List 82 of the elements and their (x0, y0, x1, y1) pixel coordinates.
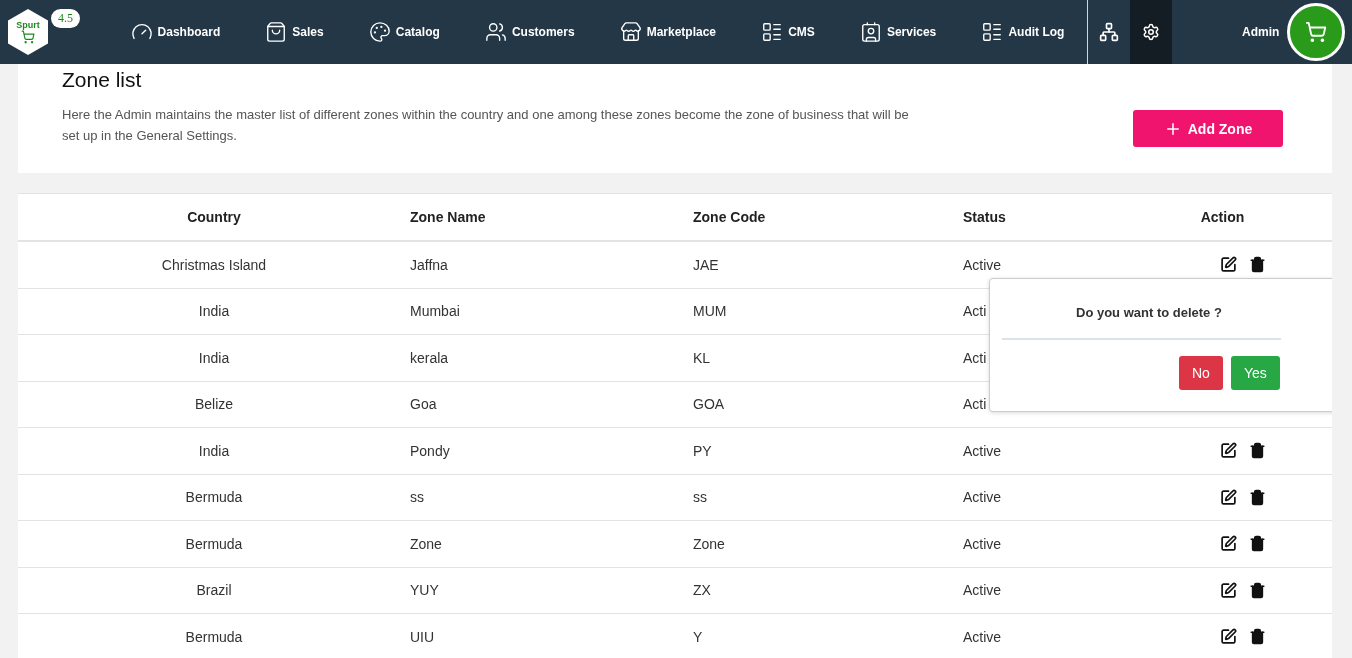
swatch-icon (368, 21, 391, 43)
trash-icon[interactable] (1248, 256, 1266, 274)
users-icon (484, 21, 507, 43)
edit-icon[interactable] (1219, 581, 1237, 599)
table-cell: India (198, 303, 230, 320)
table-cell: GOA (693, 396, 725, 413)
edit-icon[interactable] (1219, 535, 1237, 553)
edit-icon[interactable] (1219, 488, 1237, 506)
table-cell: Y (693, 628, 703, 645)
nav-link[interactable]: Customers (484, 21, 575, 43)
table-cell: ZX (693, 582, 711, 599)
network-icon (1099, 22, 1119, 42)
table-cell: JAE (693, 256, 719, 273)
table-cell: Zone (693, 535, 725, 552)
table-cell: Acti (963, 303, 987, 320)
table-cell: Bermuda (185, 489, 243, 506)
nav-link[interactable]: Audit Log (981, 21, 1065, 43)
edit-icon[interactable] (1219, 442, 1237, 460)
table-cell: MUM (693, 303, 727, 320)
table-cell: Active (963, 489, 1002, 506)
table-cell: kerala (410, 349, 449, 366)
table-cell: Brazil (196, 582, 232, 599)
edit-icon[interactable] (1219, 256, 1237, 274)
table-cell: Jaffna (410, 256, 448, 273)
trash-icon[interactable] (1248, 581, 1266, 599)
table-cell: Active (963, 442, 1002, 459)
logo: Spurt (8, 9, 48, 55)
table-cell: India (198, 442, 230, 459)
table-cell: Bermuda (185, 535, 243, 552)
nav-link[interactable]: Sales (265, 21, 324, 43)
no-button[interactable]: No (1179, 356, 1223, 390)
add-zone-button[interactable]: Add Zone (1133, 110, 1283, 147)
table-cell: Active (963, 535, 1002, 552)
table-cell: Christmas Island (161, 256, 267, 273)
table-cell: YUY (410, 582, 439, 599)
store-icon (619, 21, 642, 43)
table-cell: UIU (410, 628, 435, 645)
cart-icon (1305, 21, 1328, 43)
table-cell: Mumbai (410, 303, 460, 320)
trash-icon[interactable] (1248, 628, 1266, 646)
contact-card-icon (859, 21, 882, 43)
table-cell: Active (963, 256, 1002, 273)
trash-icon[interactable] (1248, 488, 1266, 506)
table-cell: Acti (963, 349, 987, 366)
column-header: Country (186, 209, 242, 225)
nav-link[interactable]: Marketplace (619, 21, 717, 43)
nav-link[interactable]: CMS (761, 21, 815, 43)
table-cell: Zone (410, 535, 442, 552)
cart-icon (21, 30, 35, 44)
table-cell: PY (693, 442, 712, 459)
popover-message: Do you want to delete ? (1002, 279, 1281, 340)
nav-link[interactable]: Dashboard (130, 21, 221, 43)
column-header: Zone Name (410, 209, 487, 225)
nav-link[interactable]: Services (859, 21, 937, 43)
table-cell: Belize (194, 396, 234, 413)
settings-icon (1142, 23, 1160, 41)
table-cell: Active (963, 628, 1002, 645)
table-cell: India (198, 349, 230, 366)
table-cell: ss (410, 489, 424, 506)
column-header: Status (963, 209, 1007, 225)
table-cell: Bermuda (185, 628, 243, 645)
column-header: Zone Code (693, 209, 767, 225)
table-cell: Active (963, 582, 1002, 599)
version-badge: 4.5 (51, 9, 80, 28)
edit-icon[interactable] (1219, 628, 1237, 646)
user-name: Admin (1242, 25, 1280, 39)
table-cell: Acti (963, 396, 987, 413)
avatar[interactable] (1287, 3, 1346, 61)
page-description: Here the Admin maintains the master list of different zones within the country and one among these zones become the zone of business that will be set up in the General Settings. (62, 106, 910, 145)
settings-button[interactable] (1130, 0, 1172, 64)
table-cell: KL (693, 349, 711, 366)
nav-link[interactable]: Catalog (368, 21, 440, 43)
layout-icon (761, 21, 784, 43)
table-cell: ss (693, 489, 707, 506)
shopping-bag-icon (265, 21, 288, 43)
trash-icon[interactable] (1248, 442, 1266, 460)
table-cell: Goa (410, 396, 437, 413)
trash-icon[interactable] (1248, 535, 1266, 553)
column-header: Action (1199, 209, 1246, 225)
layout-icon (981, 21, 1004, 43)
table-cell: Pondy (410, 442, 450, 459)
page-title: Zone list (62, 68, 143, 92)
